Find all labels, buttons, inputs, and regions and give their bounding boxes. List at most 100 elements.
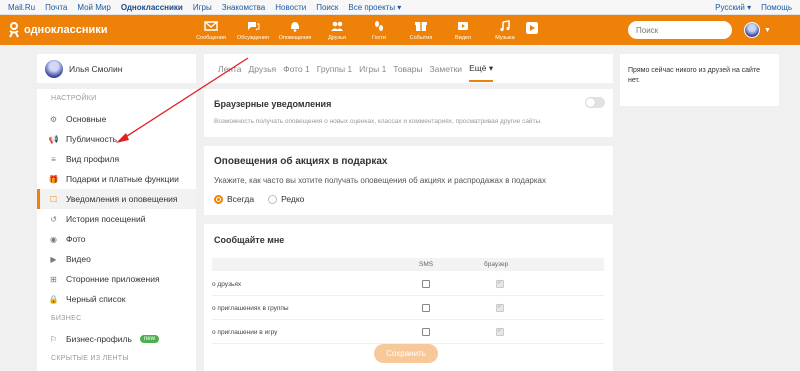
sidebar-item-profile-view[interactable]: ≡ Вид профиля xyxy=(37,149,196,169)
sidebar-item-label: Уведомления и оповещения xyxy=(66,194,178,204)
sidebar-item-label: Черный список xyxy=(66,294,126,304)
sidebar-item-notifications[interactable]: ☐ Уведомления и оповещения xyxy=(37,189,196,209)
tab-7[interactable]: Ещё ▾ xyxy=(469,63,494,82)
nav-item-mail[interactable]: Сообщения xyxy=(190,17,232,43)
nav-item-footprints[interactable]: Гости xyxy=(358,17,400,43)
nav-item-bell[interactable]: Оповещения xyxy=(274,17,316,43)
sms-column-header: SMS xyxy=(419,261,434,268)
sidebar-item-label: Сторонние приложения xyxy=(66,274,160,284)
report-table-header: SMS браузер xyxy=(212,258,604,271)
radio-dot[interactable] xyxy=(268,194,278,204)
tab-3[interactable]: Группы 1 xyxy=(317,64,352,74)
search-input[interactable] xyxy=(636,25,706,35)
search-box[interactable] xyxy=(628,21,732,39)
sidebar-item-label: Видео xyxy=(66,254,91,264)
notifications-icon: ☐ xyxy=(49,194,58,204)
report-title: Сообщайте мне xyxy=(214,235,285,245)
nav-item-video[interactable]: Видео xyxy=(442,17,484,43)
discussions-icon xyxy=(248,22,260,31)
sidebar-item-gear[interactable]: ⚙ Основные xyxy=(37,109,196,129)
sidebar-item-history[interactable]: ↺ История посещений xyxy=(37,209,196,229)
profile-card[interactable]: Илья Смолин xyxy=(37,54,196,83)
sms-checkbox[interactable] xyxy=(422,328,430,336)
music-play-icon[interactable] xyxy=(526,22,538,34)
sidebar-item-business-profile[interactable]: ⚐ Бизнес-профиль new xyxy=(37,329,196,349)
avatar[interactable] xyxy=(45,59,63,78)
sidebar-item-megaphone[interactable]: 📢 Публичность xyxy=(37,129,196,149)
new-badge: new xyxy=(139,335,159,343)
browser-notifications-title: Браузерные уведомления xyxy=(214,99,332,109)
nav-item-label: Сообщения xyxy=(196,35,226,41)
portal-link[interactable]: Поиск xyxy=(316,3,338,12)
megaphone-icon: 📢 xyxy=(48,134,59,144)
sidebar-item-label: Бизнес-профиль xyxy=(66,334,132,344)
portal-link[interactable]: Знакомства xyxy=(222,3,266,12)
browser-checkbox[interactable] xyxy=(496,326,504,336)
nav-item-label: Оповещения xyxy=(278,35,312,41)
frequency-options: Всегда Редко xyxy=(214,194,318,206)
user-menu-caret-icon[interactable]: ▼ xyxy=(764,27,771,34)
browser-notifications-desc: Возможность получать оповещения о новых … xyxy=(214,118,543,125)
portal-link[interactable]: Все проекты ▾ xyxy=(348,3,401,12)
nav-item-friends[interactable]: Друзья xyxy=(316,17,358,43)
tab-6[interactable]: Заметки xyxy=(430,64,463,74)
row-label: о приглашениях в группы xyxy=(212,305,289,312)
sms-checkbox[interactable] xyxy=(422,304,430,312)
apps-icon: ⊞ xyxy=(50,274,57,284)
main-header: одноклассники Сообщения Обсуждения Оповеще… xyxy=(0,15,800,45)
help-link[interactable]: Помощь xyxy=(761,3,792,12)
friends-icon xyxy=(331,21,343,31)
history-icon: ↺ xyxy=(50,214,57,224)
music-icon xyxy=(500,20,510,32)
video-icon xyxy=(458,22,468,30)
sidebar-item-lock[interactable]: 🔒 Черный список xyxy=(37,289,196,309)
sidebar-item-label: Вид профиля xyxy=(66,154,120,164)
frequency-radio[interactable]: Всегда xyxy=(214,194,254,204)
tab-2[interactable]: Фото 1 xyxy=(283,64,310,74)
table-row: о приглашении в игру xyxy=(212,320,604,344)
language-selector[interactable]: Русский ▾ xyxy=(715,3,751,12)
tab-5[interactable]: Товары xyxy=(393,64,422,74)
profile-name[interactable]: Илья Смолин xyxy=(69,64,122,74)
sms-checkbox[interactable] xyxy=(422,280,430,288)
portal-link[interactable]: Игры xyxy=(193,3,212,12)
nav-item-events[interactable]: События xyxy=(400,17,442,43)
hidden-section-title: СКРЫТЫЕ ИЗ ЛЕНТЫ xyxy=(51,355,129,362)
browser-notifications-card: Браузерные уведомления Возможность получ… xyxy=(204,89,613,137)
logo-text: одноклассники xyxy=(24,24,108,36)
radio-label: Всегда xyxy=(227,194,255,204)
save-button[interactable]: Сохранить xyxy=(374,344,438,363)
tab-1[interactable]: Друзья xyxy=(249,64,277,74)
portal-link[interactable]: Новости xyxy=(275,3,306,12)
ok-logo[interactable]: одноклассники xyxy=(8,22,108,38)
nav-item-label: Музыка xyxy=(495,35,515,41)
portal-link[interactable]: Почта xyxy=(45,3,67,12)
portal-link[interactable]: Одноклассники xyxy=(121,3,183,12)
user-avatar-small[interactable] xyxy=(744,22,760,38)
sidebar-item-apps[interactable]: ⊞ Сторонние приложения xyxy=(37,269,196,289)
radio-dot[interactable] xyxy=(214,194,223,204)
browser-notifications-toggle[interactable] xyxy=(585,97,605,108)
lock-icon: 🔒 xyxy=(48,294,59,304)
tab-4[interactable]: Игры 1 xyxy=(359,64,386,74)
nav-item-music[interactable]: Музыка xyxy=(484,17,526,43)
sidebar-item-gift[interactable]: 🎁 Подарки и платные функции xyxy=(37,169,196,189)
sidebar-item-label: Фото xyxy=(66,234,86,244)
profile-tabs: Лента Друзья Фото 1 Группы 1 Игры 1 Товары Зам… xyxy=(204,54,613,83)
sidebar-item-video-camera[interactable]: ▶ Видео xyxy=(37,249,196,269)
browser-checkbox[interactable] xyxy=(496,278,504,288)
portal-links: Mail.Ru Почта Мой Мир Одноклассники Игры Знак… xyxy=(8,3,401,12)
bell-icon xyxy=(291,22,299,32)
tab-0[interactable]: Лента xyxy=(218,64,242,74)
main-nav: Сообщения Обсуждения Оповещения Друзья Гости… xyxy=(190,17,538,43)
frequency-radio[interactable]: Редко xyxy=(268,194,304,204)
portal-link[interactable]: Мой Мир xyxy=(77,3,110,12)
portal-link[interactable]: Mail.Ru xyxy=(8,3,35,12)
business-icon: ⚐ xyxy=(49,334,58,344)
nav-item-label: Друзья xyxy=(328,35,346,41)
browser-checkbox[interactable] xyxy=(496,302,504,312)
nav-item-discussions[interactable]: Обсуждения xyxy=(232,17,274,43)
business-section-title: БИЗНЕС xyxy=(51,315,82,322)
gift-notifications-card: Оповещения об акциях в подарках Укажите,… xyxy=(204,146,613,215)
sidebar-item-camera[interactable]: ◉ Фото xyxy=(37,229,196,249)
